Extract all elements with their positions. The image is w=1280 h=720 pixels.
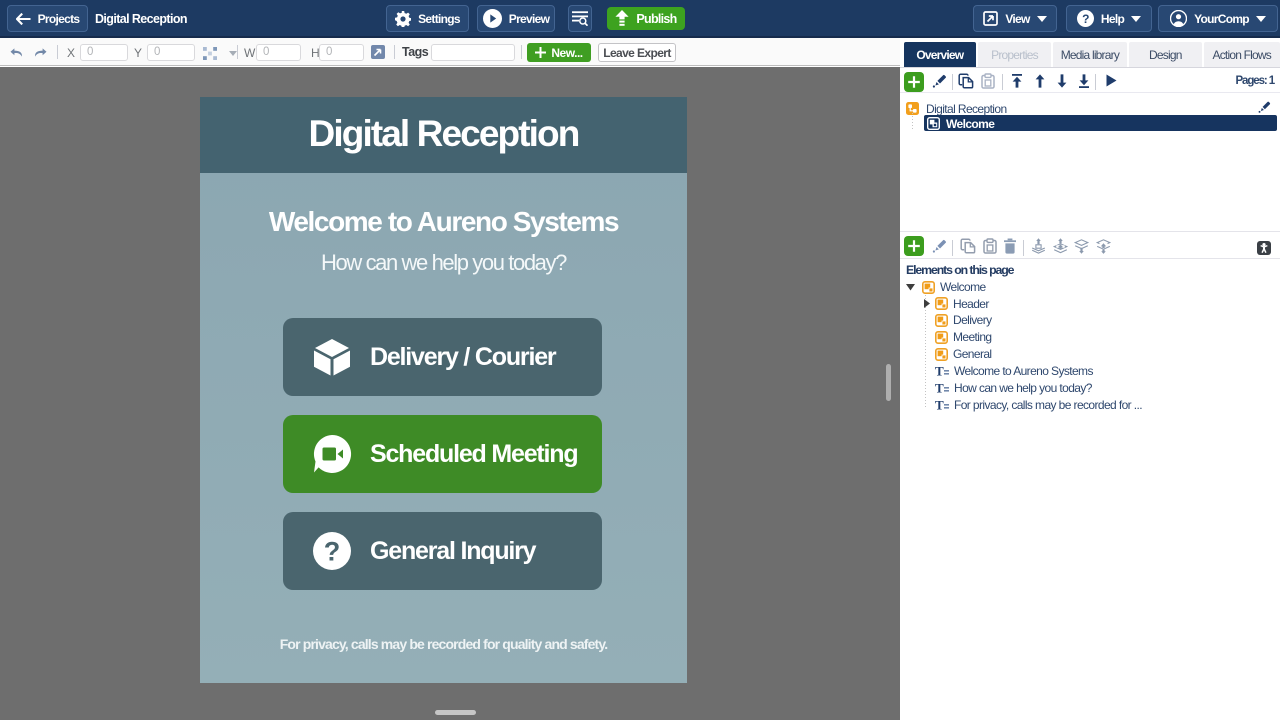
- svg-text:T: T: [935, 365, 944, 377]
- svg-text:?: ?: [324, 537, 341, 567]
- svg-text:T: T: [935, 399, 944, 411]
- svg-text:?: ?: [1082, 12, 1089, 26]
- svg-text:T: T: [935, 382, 944, 394]
